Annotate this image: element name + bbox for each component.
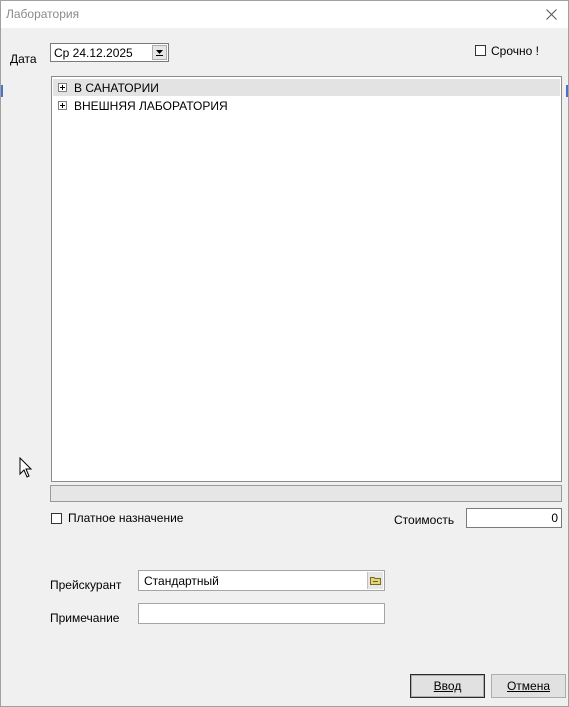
- note-field[interactable]: [138, 603, 385, 624]
- date-value: Ср 24.12.2025: [54, 46, 133, 60]
- cancel-button-label: Отмена: [506, 679, 551, 693]
- expand-icon[interactable]: [58, 101, 67, 110]
- urgent-checkbox[interactable]: [475, 45, 486, 56]
- cost-field[interactable]: 0: [466, 508, 562, 528]
- right-edge-accent: [566, 85, 568, 97]
- tree-item-sanatorium[interactable]: В САНАТОРИИ: [53, 79, 560, 96]
- paid-label[interactable]: Платное назначение: [68, 511, 183, 525]
- date-picker[interactable]: Ср 24.12.2025: [50, 43, 169, 62]
- close-button[interactable]: [534, 1, 568, 28]
- note-label: Примечание: [50, 611, 120, 625]
- pricelist-value: Стандартный: [144, 574, 219, 588]
- pricelist-label: Прейскурант: [50, 578, 122, 592]
- status-bar: [50, 485, 562, 502]
- date-dropdown-button[interactable]: [152, 45, 167, 60]
- mouse-cursor-icon: [19, 457, 33, 478]
- expand-icon[interactable]: [58, 83, 67, 92]
- close-icon: [546, 9, 557, 20]
- tree-item-external-lab[interactable]: ВНЕШНЯЯ ЛАБОРАТОРИЯ: [53, 97, 560, 114]
- enter-button-label: Ввод: [433, 679, 462, 693]
- laboratory-dialog: Лаборатория Дата Ср 24.12.2025 Срочно ! …: [0, 0, 569, 707]
- date-label: Дата: [10, 52, 37, 66]
- title-bar: Лаборатория: [1, 1, 568, 28]
- chevron-down-icon: [156, 50, 163, 56]
- window-title: Лаборатория: [6, 7, 80, 21]
- pricelist-browse-button[interactable]: [367, 572, 383, 589]
- enter-button[interactable]: Ввод: [410, 674, 485, 698]
- tree-item-label: В САНАТОРИИ: [74, 81, 159, 95]
- paid-checkbox[interactable]: [51, 513, 62, 524]
- urgent-label[interactable]: Срочно !: [491, 44, 539, 58]
- lab-tests-tree[interactable]: В САНАТОРИИ ВНЕШНЯЯ ЛАБОРАТОРИЯ: [51, 76, 562, 482]
- cancel-button[interactable]: Отмена: [491, 674, 566, 698]
- folder-icon: [370, 577, 381, 585]
- pricelist-field[interactable]: Стандартный: [138, 570, 385, 591]
- cost-label: Стоимость: [394, 513, 455, 527]
- left-edge-accent: [1, 85, 3, 97]
- cost-value: 0: [551, 511, 558, 525]
- tree-item-label: ВНЕШНЯЯ ЛАБОРАТОРИЯ: [74, 99, 228, 113]
